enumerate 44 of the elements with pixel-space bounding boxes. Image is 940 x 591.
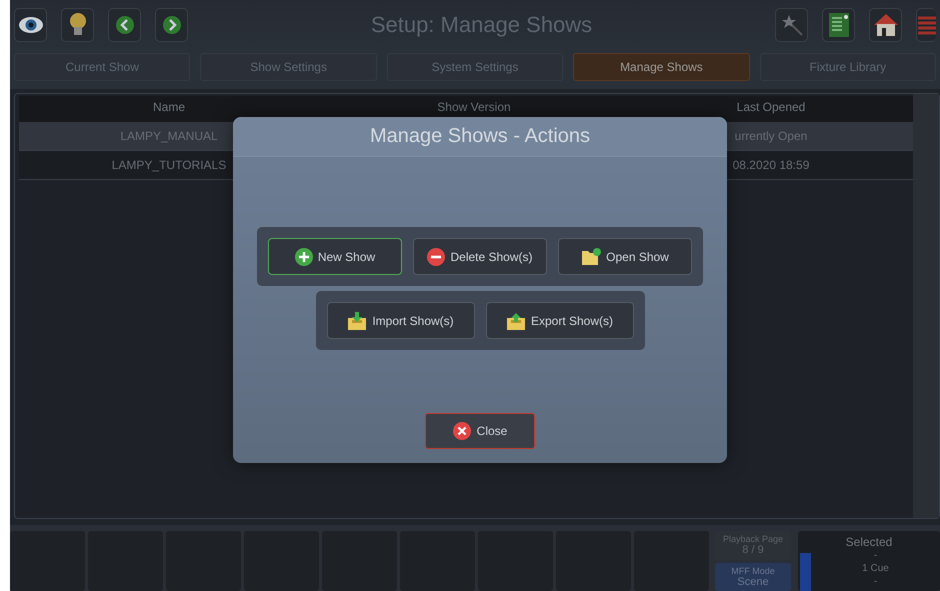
- close-icon: [452, 422, 471, 440]
- wand-button[interactable]: [775, 8, 808, 42]
- sheet-button[interactable]: [822, 8, 855, 42]
- forward-button[interactable]: [155, 8, 188, 42]
- magic-wand-icon: [780, 14, 802, 36]
- chevron-left-icon: [116, 16, 134, 34]
- spreadsheet-icon: [828, 13, 848, 37]
- close-button[interactable]: Close: [425, 413, 535, 449]
- action-button[interactable]: New Show: [268, 238, 402, 275]
- bulb-icon: [70, 13, 86, 37]
- action-button[interactable]: Import Show(s): [326, 302, 474, 339]
- column-header: Show Version: [436, 100, 512, 114]
- table-cell-text: 08.2020 18:59: [732, 158, 810, 172]
- selected-line: -: [874, 575, 878, 588]
- action-button[interactable]: Delete Show(s): [413, 238, 547, 275]
- side-strip[interactable]: [800, 553, 811, 591]
- page-title: Setup: Manage Shows: [370, 12, 594, 38]
- back-button[interactable]: [108, 8, 141, 42]
- folder-icon: [581, 248, 602, 266]
- dialog-title: Manage Shows - Actions: [233, 117, 727, 157]
- tab[interactable]: Manage Shows: [573, 53, 750, 81]
- menu-button[interactable]: [916, 8, 936, 42]
- selected-line: -: [874, 549, 878, 562]
- home-button[interactable]: [869, 8, 902, 42]
- plus-icon: [294, 248, 313, 266]
- inbox-icon: [347, 312, 368, 330]
- bulb-button[interactable]: [61, 8, 94, 42]
- action-button[interactable]: Open Show: [558, 238, 692, 275]
- eye-icon: [18, 17, 42, 33]
- selected-title: Selected: [844, 534, 894, 549]
- action-button[interactable]: Export Show(s): [486, 302, 634, 339]
- chevron-right-icon: [162, 16, 180, 34]
- selected-line: 1 Cue: [862, 562, 889, 575]
- outbox-icon: [506, 312, 526, 330]
- column-header: Name: [152, 100, 186, 114]
- menu-icon: [918, 15, 936, 35]
- table-cell-text: LAMPY_TUTORIALS: [110, 158, 228, 172]
- eye-button[interactable]: [14, 8, 47, 42]
- mff-mode-button[interactable]: MFF Mode Scene: [715, 562, 791, 591]
- minus-icon: [427, 248, 446, 266]
- home-icon: [874, 14, 898, 36]
- column-header: Last Opened: [736, 100, 806, 114]
- fader-slot[interactable]: [10, 531, 85, 591]
- scrollbar[interactable]: [913, 94, 939, 518]
